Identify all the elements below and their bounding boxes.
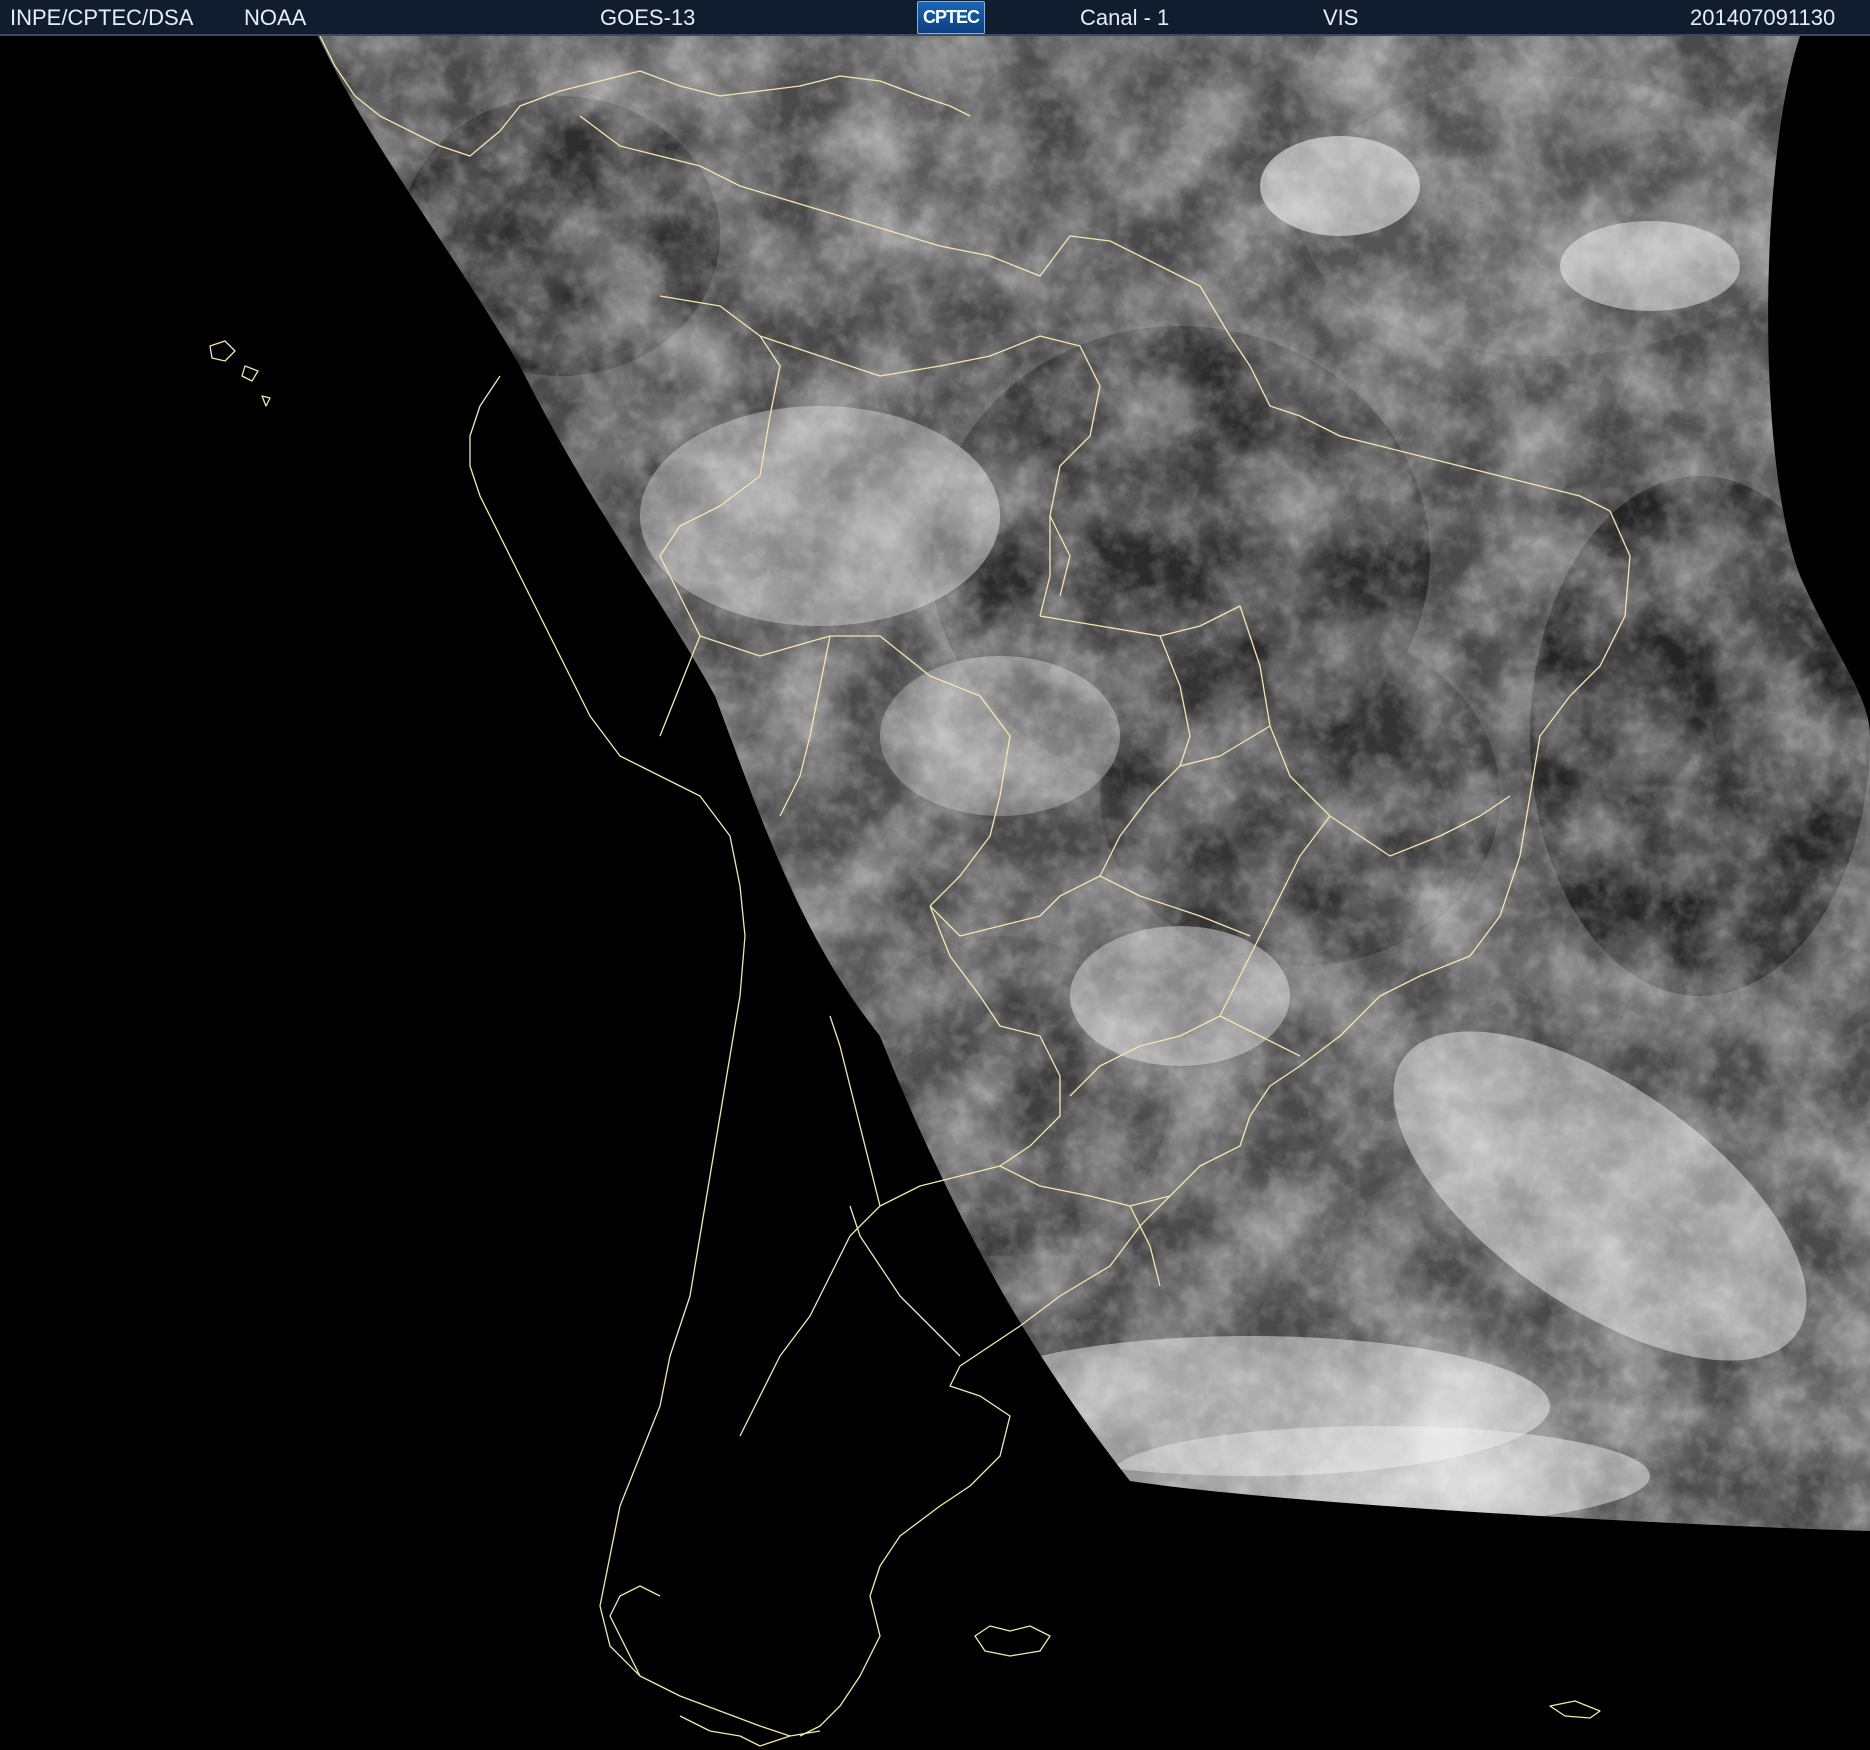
satellite-label: GOES-13 bbox=[600, 5, 696, 30]
satellite-map-svg bbox=[209, 36, 1870, 1747]
cptec-logo: CPTEC bbox=[917, 1, 985, 34]
org-label: INPE/CPTEC/DSA bbox=[10, 5, 194, 30]
band-label: VIS bbox=[1323, 5, 1359, 30]
timestamp-label: 201407091130 bbox=[1690, 5, 1836, 30]
agency-label: NOAA bbox=[244, 5, 307, 30]
satellite-image bbox=[0, 36, 1870, 1750]
logo-text: CPTEC bbox=[922, 7, 980, 27]
channel-label: Canal - 1 bbox=[1080, 5, 1170, 30]
header-bar: INPE/CPTEC/DSA NOAA GOES-13 CPTEC Canal … bbox=[0, 0, 1870, 36]
earth-disc bbox=[318, 36, 1870, 1531]
